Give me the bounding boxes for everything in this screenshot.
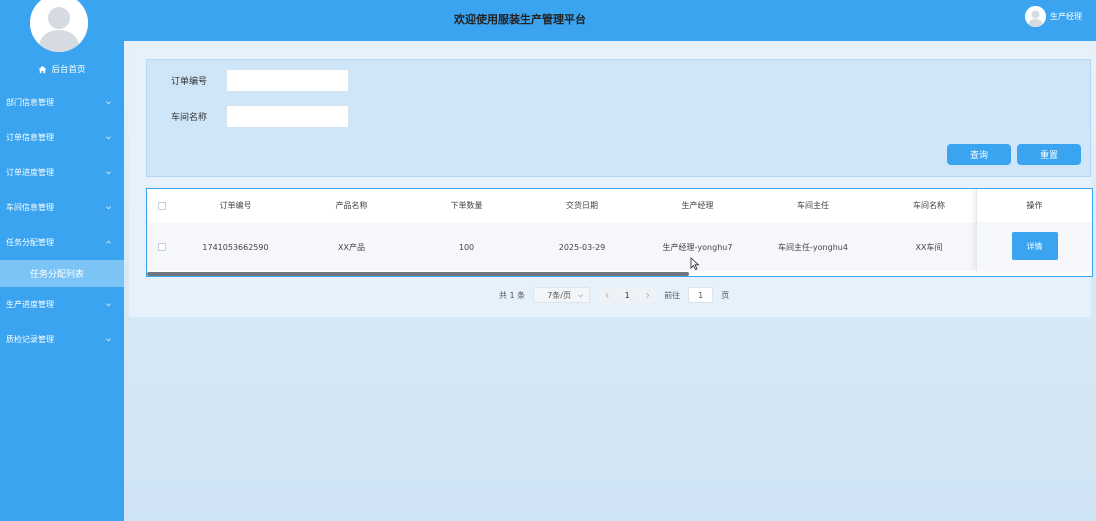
sidebar-item-label: 订单信息管理 bbox=[6, 133, 54, 142]
sidebar-item-order-info[interactable]: 订单信息管理 bbox=[0, 120, 124, 155]
column-header: 产品名称 bbox=[335, 201, 368, 210]
chevron-down-icon bbox=[106, 338, 111, 342]
chevron-down-icon bbox=[106, 136, 111, 140]
sidebar-item-label: 任务分配管理 bbox=[6, 238, 54, 247]
workshop-name-field: 车间名称 bbox=[171, 105, 349, 128]
sidebar-item-quality-check[interactable]: 质检记录管理 bbox=[0, 322, 124, 357]
avatar bbox=[1025, 6, 1046, 27]
search-panel: 订单编号 车间名称 查询 重置 bbox=[146, 59, 1091, 177]
reset-button[interactable]: 重置 bbox=[1017, 144, 1081, 165]
task-table: 订单编号 产品名称 下单数量 交货日期 生产经理 车间主任 车间名称 17410… bbox=[146, 188, 1093, 277]
sidebar-subitem-label: 任务分配列表 bbox=[30, 270, 85, 280]
header-user-menu[interactable]: 生产经理 bbox=[1025, 6, 1082, 27]
sidebar-item-production-progress[interactable]: 生产进度管理 bbox=[0, 287, 124, 322]
select-all-checkbox[interactable] bbox=[158, 201, 166, 210]
column-header: 生产经理 bbox=[681, 201, 714, 210]
table-row: 1741053662590 XX产品 100 2025-03-29 生产经理-y… bbox=[147, 223, 1092, 271]
chevron-left-icon bbox=[605, 292, 609, 298]
sidebar-item-department[interactable]: 部门信息管理 bbox=[0, 85, 124, 120]
column-header: 车间名称 bbox=[913, 201, 945, 210]
workshop-name-input[interactable] bbox=[226, 105, 349, 128]
ops-header: 操作 bbox=[977, 189, 1092, 222]
workshop-name-label: 车间名称 bbox=[171, 113, 208, 123]
avatar bbox=[30, 0, 88, 52]
sidebar-home-link[interactable]: 后台首页 bbox=[0, 63, 124, 75]
table-cell: XX车间 bbox=[915, 242, 943, 252]
content-card: 订单编号 车间名称 查询 重置 订单编号 产品名称 下单数量 交货日期 生产经理… bbox=[129, 43, 1093, 317]
pagination: 共 1 条 7条/页 1 前往 1 页 bbox=[499, 287, 729, 303]
sidebar: 后台首页 部门信息管理 订单信息管理 订单进度管理 车间信息管理 任务分配管理 … bbox=[0, 0, 124, 521]
chevron-down-icon bbox=[106, 171, 111, 175]
sidebar-item-workshop[interactable]: 车间信息管理 bbox=[0, 190, 124, 225]
goto-page-input[interactable]: 1 bbox=[688, 287, 714, 303]
table-cell: 车间主任-yonghu4 bbox=[778, 242, 848, 252]
home-icon bbox=[38, 65, 48, 73]
order-no-label: 订单编号 bbox=[171, 77, 208, 87]
order-no-input[interactable] bbox=[226, 69, 349, 92]
chevron-down-icon bbox=[106, 303, 111, 307]
chevron-right-icon bbox=[646, 292, 650, 298]
page-size-value: 7条/页 bbox=[547, 290, 571, 300]
pager-controls: 1 bbox=[598, 287, 657, 303]
sidebar-subitem-task-list[interactable]: 任务分配列表 bbox=[0, 260, 124, 287]
pagination-total: 共 1 条 bbox=[499, 290, 526, 300]
row-checkbox[interactable] bbox=[158, 243, 166, 251]
sidebar-menu: 部门信息管理 订单信息管理 订单进度管理 车间信息管理 任务分配管理 任务分配列… bbox=[0, 85, 124, 357]
column-header: 车间主任 bbox=[797, 201, 829, 210]
table-cell: XX产品 bbox=[338, 242, 365, 252]
query-button[interactable]: 查询 bbox=[947, 144, 1011, 165]
mouse-cursor-icon bbox=[690, 257, 700, 270]
column-header: 订单编号 bbox=[219, 201, 252, 210]
chevron-down-icon bbox=[578, 293, 584, 297]
sidebar-avatar-wrap bbox=[0, 0, 124, 56]
table-cell: 1741053662590 bbox=[202, 242, 269, 252]
goto-suffix: 页 bbox=[721, 290, 730, 300]
page-size-select[interactable]: 7条/页 bbox=[533, 287, 591, 303]
sidebar-item-label: 车间信息管理 bbox=[6, 203, 54, 212]
ops-cell: 详情 bbox=[977, 222, 1092, 270]
sidebar-item-label: 质检记录管理 bbox=[6, 335, 54, 344]
column-header: 交货日期 bbox=[566, 201, 598, 210]
detail-button[interactable]: 详情 bbox=[1011, 232, 1058, 260]
table-cell: 100 bbox=[458, 242, 475, 252]
chevron-up-icon bbox=[106, 240, 111, 244]
sidebar-item-label: 生产进度管理 bbox=[6, 300, 54, 309]
chevron-down-icon bbox=[106, 206, 111, 210]
page-title: 欢迎使用服装生产管理平台 bbox=[454, 13, 586, 26]
table-header: 订单编号 产品名称 下单数量 交货日期 生产经理 车间主任 车间名称 bbox=[147, 189, 1092, 222]
operations-column: 操作 详情 bbox=[976, 189, 1092, 271]
sidebar-item-label: 订单进度管理 bbox=[6, 168, 54, 177]
sidebar-item-order-progress[interactable]: 订单进度管理 bbox=[0, 155, 124, 190]
header-username: 生产经理 bbox=[1050, 12, 1082, 21]
table-cell: 2025-03-29 bbox=[558, 242, 606, 252]
order-no-field: 订单编号 bbox=[171, 69, 349, 92]
prev-page-button[interactable] bbox=[598, 287, 617, 303]
sidebar-item-task-assignment[interactable]: 任务分配管理 bbox=[0, 225, 124, 260]
goto-prefix: 前往 bbox=[664, 290, 681, 300]
select-all-cell bbox=[147, 201, 177, 210]
horizontal-scrollbar[interactable] bbox=[147, 272, 689, 276]
next-page-button[interactable] bbox=[638, 287, 657, 303]
table-cell: 生产经理-yonghu7 bbox=[662, 242, 733, 252]
column-header: 下单数量 bbox=[450, 201, 483, 210]
main-content: 订单编号 车间名称 查询 重置 订单编号 产品名称 下单数量 交货日期 生产经理… bbox=[124, 41, 1096, 521]
user-avatar-icon bbox=[1025, 6, 1046, 27]
top-header: 欢迎使用服装生产管理平台 生产经理 bbox=[124, 0, 1096, 41]
sidebar-item-label: 部门信息管理 bbox=[6, 98, 54, 107]
user-avatar-icon bbox=[30, 0, 88, 52]
chevron-down-icon bbox=[106, 101, 111, 105]
row-select-cell bbox=[147, 243, 177, 251]
page-number-current[interactable]: 1 bbox=[616, 287, 639, 303]
sidebar-home-label: 后台首页 bbox=[51, 65, 86, 75]
